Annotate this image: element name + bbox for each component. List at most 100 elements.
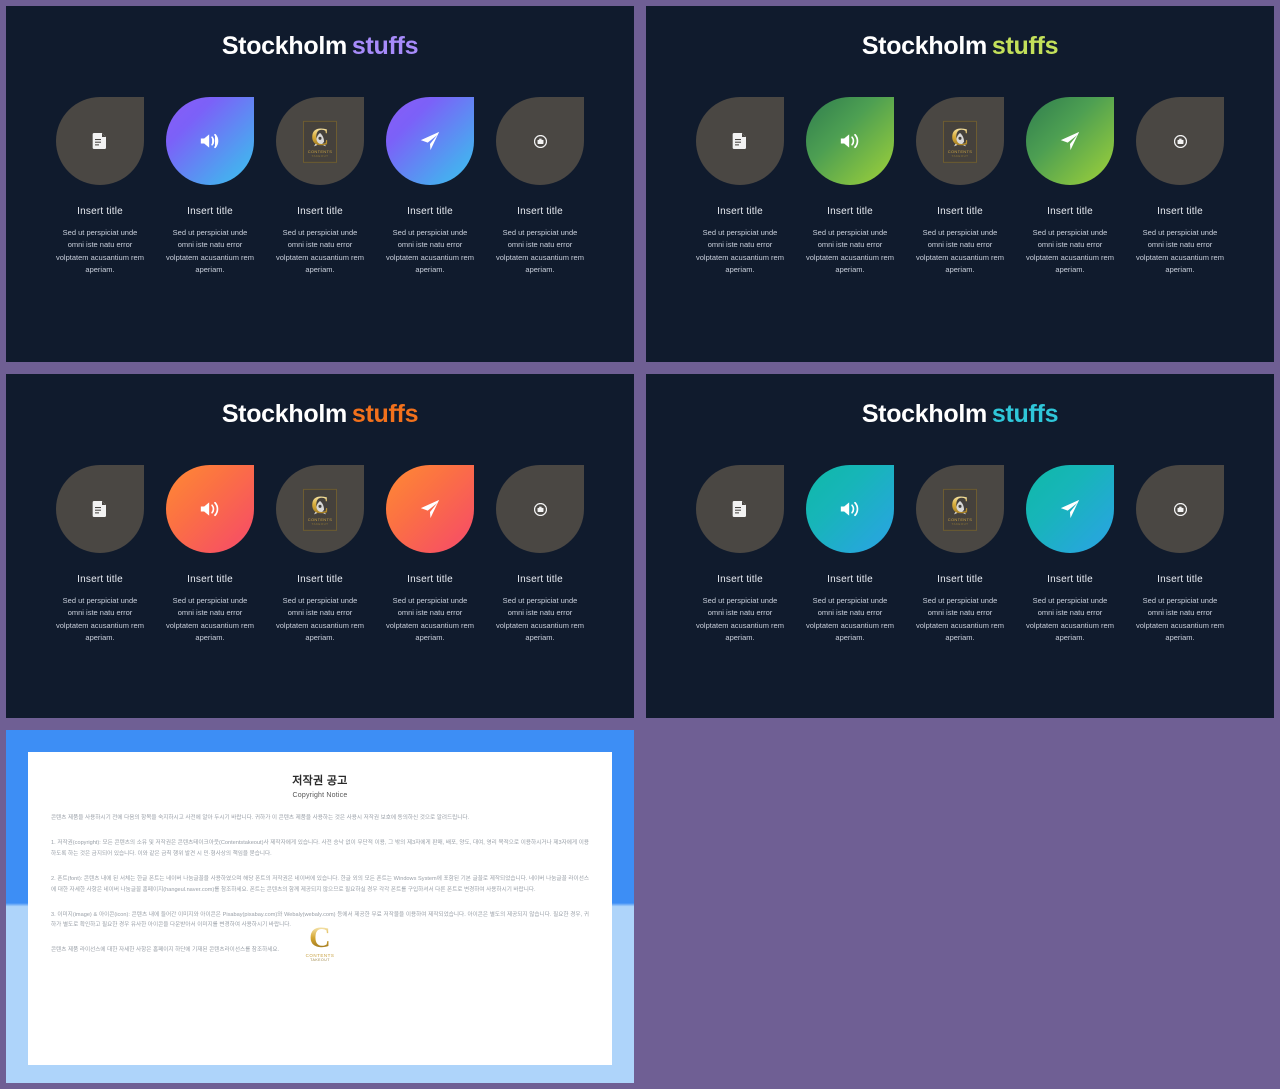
card-body: Sed ut perspiciat unde omni iste natu er…: [166, 596, 254, 643]
card-title: Insert title: [1157, 206, 1203, 217]
copyright-doc-page[interactable]: 저작권 공고 Copyright Notice 콘텐츠 제품을 사용하시기 전에…: [28, 752, 612, 1065]
copyright-doc-frame: 저작권 공고 Copyright Notice 콘텐츠 제품을 사용하시기 전에…: [6, 730, 634, 1083]
card-item[interactable]: Insert title Sed ut perspiciat unde omni…: [55, 465, 145, 645]
copyright-doc-cell: 저작권 공고 Copyright Notice 콘텐츠 제품을 사용하시기 전에…: [0, 724, 640, 1089]
card-row: Insert title Sed ut perspiciat unde omni…: [6, 97, 634, 277]
card-body: Sed ut perspiciat unde omni iste natu er…: [916, 596, 1004, 643]
slide-orange[interactable]: Stockholm stuffs Insert title Sed ut per…: [6, 374, 634, 718]
icon-blob[interactable]: [806, 465, 894, 553]
doc-paragraph: 콘텐츠 제품 라이선스에 대한 자세한 사항은 홈페이지 하단에 기재된 콘텐츠…: [51, 947, 280, 954]
doc-paragraph: 3. 이미지(image) & 아이콘(icon): 콘텐츠 내에 들어간 이미…: [51, 911, 589, 929]
icon-blob[interactable]: C CONTENTS TAKEOUT: [276, 465, 364, 553]
card-body: Sed ut perspiciat unde omni iste natu er…: [806, 228, 894, 275]
card-title: Insert title: [407, 206, 453, 217]
card-title: Insert title: [297, 206, 343, 217]
icon-blob[interactable]: [696, 465, 784, 553]
icon-blob[interactable]: [386, 97, 474, 185]
title-main: Stockholm: [221, 32, 347, 60]
slide-green[interactable]: Stockholm stuffs Insert title Sed ut per…: [646, 6, 1274, 362]
doc-paragraph: 2. 폰트(font): 콘텐츠 내에 된 서체는 한글 폰트는 네이버 나눔글…: [51, 875, 589, 893]
title-accent: stuffs: [991, 32, 1059, 60]
card-item[interactable]: Insert title Sed ut perspiciat unde omni…: [805, 465, 895, 645]
page-title: Stockholm stuffs: [6, 6, 634, 59]
card-item[interactable]: Insert title Sed ut perspiciat unde omni…: [165, 465, 255, 645]
card-item[interactable]: Insert title Sed ut perspiciat unde omni…: [1025, 97, 1115, 277]
card-item[interactable]: Insert title Sed ut perspiciat unde omni…: [495, 465, 585, 645]
speaker-volume-icon: [200, 133, 219, 149]
empty-area: [640, 724, 1280, 1089]
card-item[interactable]: Insert title Sed ut perspiciat unde omni…: [165, 97, 255, 277]
card-title: Insert title: [717, 574, 763, 585]
card-body: Sed ut perspiciat unde omni iste natu er…: [166, 228, 254, 275]
card-title: Insert title: [827, 206, 873, 217]
card-title: Insert title: [827, 574, 873, 585]
icon-blob[interactable]: [56, 465, 144, 553]
card-body: Sed ut perspiciat unde omni iste natu er…: [276, 596, 364, 643]
document-edit-icon: [732, 133, 746, 149]
camera-icon: [533, 134, 547, 148]
watermark-logo: C CONTENTS TAKEOUT: [303, 120, 337, 163]
card-item[interactable]: Insert title Sed ut perspiciat unde omni…: [805, 97, 895, 277]
doc-paragraph: 콘텐츠 제품을 사용하시기 전에 다음의 항목을 숙지하시고 사전에 알아 두시…: [51, 815, 470, 821]
card-title: Insert title: [937, 206, 983, 217]
icon-blob[interactable]: C CONTENTS TAKEOUT: [916, 465, 1004, 553]
card-item[interactable]: Insert title Sed ut perspiciat unde omni…: [385, 465, 475, 645]
card-title: Insert title: [517, 206, 563, 217]
icon-blob[interactable]: [496, 465, 584, 553]
slide-purple[interactable]: Stockholm stuffs Insert title Sed ut per…: [6, 6, 634, 362]
card-body: Sed ut perspiciat unde omni iste natu er…: [916, 228, 1004, 275]
slide-teal[interactable]: Stockholm stuffs Insert title Sed ut per…: [646, 374, 1274, 718]
card-item[interactable]: C CONTENTS TAKEOUT Insert title Sed ut p…: [275, 465, 365, 645]
title-main: Stockholm: [221, 400, 347, 428]
card-item[interactable]: Insert title Sed ut perspiciat unde omni…: [695, 465, 785, 645]
watermark-sub2: TAKEOUT: [311, 521, 329, 526]
card-title: Insert title: [77, 206, 123, 217]
card-item[interactable]: Insert title Sed ut perspiciat unde omni…: [55, 97, 145, 277]
card-title: Insert title: [1047, 574, 1093, 585]
icon-blob[interactable]: [1026, 97, 1114, 185]
card-row: Insert title Sed ut perspiciat unde omni…: [646, 465, 1274, 645]
paper-plane-icon: [420, 499, 440, 519]
icon-blob[interactable]: [1026, 465, 1114, 553]
card-body: Sed ut perspiciat unde omni iste natu er…: [56, 228, 144, 275]
icon-blob[interactable]: [496, 97, 584, 185]
icon-blob[interactable]: [386, 465, 474, 553]
card-row: Insert title Sed ut perspiciat unde omni…: [646, 97, 1274, 277]
card-title: Insert title: [517, 574, 563, 585]
card-item[interactable]: C CONTENTS TAKEOUT Insert title Sed ut p…: [275, 97, 365, 277]
card-title: Insert title: [1157, 574, 1203, 585]
page-title: Stockholm stuffs: [646, 6, 1274, 59]
icon-blob[interactable]: [806, 97, 894, 185]
icon-blob[interactable]: [1136, 465, 1224, 553]
speaker-volume-icon: [840, 501, 859, 517]
icon-blob[interactable]: [696, 97, 784, 185]
document-edit-icon: [92, 133, 106, 149]
camera-icon: [1173, 134, 1187, 148]
icon-blob[interactable]: [166, 465, 254, 553]
icon-blob[interactable]: [56, 97, 144, 185]
slide-cell-1: Stockholm stuffs Insert title Sed ut per…: [0, 0, 640, 368]
camera-icon: [1173, 502, 1187, 516]
card-body: Sed ut perspiciat unde omni iste natu er…: [386, 596, 474, 643]
card-item[interactable]: Insert title Sed ut perspiciat unde omni…: [385, 97, 475, 277]
title-main: Stockholm: [861, 400, 987, 428]
card-item[interactable]: Insert title Sed ut perspiciat unde omni…: [1135, 97, 1225, 277]
card-body: Sed ut perspiciat unde omni iste natu er…: [1026, 228, 1114, 275]
card-item[interactable]: C CONTENTS TAKEOUT Insert title Sed ut p…: [915, 97, 1005, 277]
icon-blob[interactable]: C CONTENTS TAKEOUT: [276, 97, 364, 185]
slide-cell-4: Stockholm stuffs Insert title Sed ut per…: [640, 368, 1280, 724]
icon-blob[interactable]: [166, 97, 254, 185]
watermark-letter: C: [950, 491, 970, 519]
card-item[interactable]: Insert title Sed ut perspiciat unde omni…: [1025, 465, 1115, 645]
doc-paragraph: 1. 저작권(copyright): 모든 콘텐츠의 소유 및 저작권은 콘텐츠…: [51, 839, 589, 857]
card-body: Sed ut perspiciat unde omni iste natu er…: [1026, 596, 1114, 643]
card-item[interactable]: Insert title Sed ut perspiciat unde omni…: [1135, 465, 1225, 645]
card-item[interactable]: C CONTENTS TAKEOUT Insert title Sed ut p…: [915, 465, 1005, 645]
card-item[interactable]: Insert title Sed ut perspiciat unde omni…: [695, 97, 785, 277]
watermark-letter: C: [950, 123, 970, 151]
speaker-volume-icon: [200, 501, 219, 517]
card-body: Sed ut perspiciat unde omni iste natu er…: [696, 228, 784, 275]
icon-blob[interactable]: C CONTENTS TAKEOUT: [916, 97, 1004, 185]
card-item[interactable]: Insert title Sed ut perspiciat unde omni…: [495, 97, 585, 277]
icon-blob[interactable]: [1136, 97, 1224, 185]
